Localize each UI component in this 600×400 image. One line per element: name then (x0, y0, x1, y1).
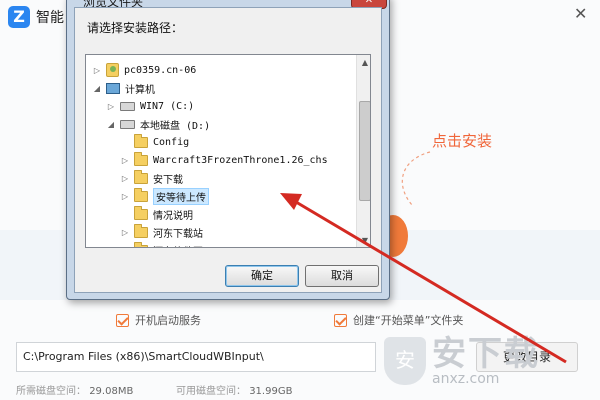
tree-item[interactable]: ▷ 河东下载站 (86, 223, 203, 241)
browse-folder-dialog: 浏览文件夹 ✕ 请选择安装路径： ▷ pc0359.cn-06 ◢ 计算机 ▷ WIN7 … (66, 0, 390, 300)
site-watermark: 安 安下载 anxz.com (384, 336, 540, 386)
expand-arrow-icon[interactable]: ▷ (106, 102, 116, 111)
install-path-field[interactable]: C:\Program Files (x86)\SmartCloudWBInput… (16, 342, 376, 372)
expand-arrow-icon[interactable]: ◢ (92, 84, 102, 93)
expand-arrow-icon[interactable]: ▷ (120, 192, 130, 201)
watermark-url: anxz.com (432, 371, 500, 387)
install-hint: 点击安装 (432, 132, 493, 150)
tree-item[interactable]: ▷ Warcraft3FrozenThrone1.26_chs (86, 151, 328, 169)
tree-item-label: 情况说明 (153, 210, 193, 222)
app-title: 智能 (36, 10, 64, 26)
folder-icon (134, 205, 148, 220)
folder-icon (134, 133, 148, 148)
folder-icon (134, 223, 148, 238)
user-folder-icon (106, 63, 119, 77)
folder-icon (134, 187, 148, 202)
tree-item[interactable]: ▷ 安等待上传 (86, 187, 209, 205)
folder-icon (134, 151, 148, 166)
expand-arrow-icon[interactable]: ▷ (120, 228, 130, 237)
startmenu-checkbox[interactable] (334, 313, 347, 327)
required-space-label: 所需磁盘空间： (16, 386, 86, 397)
scroll-down-icon[interactable]: ▼ (357, 233, 370, 247)
folder-icon (134, 169, 148, 184)
autostart-checkbox[interactable] (116, 313, 129, 327)
cancel-button[interactable]: 取消 (305, 265, 379, 287)
required-space-value: 29.08MB (89, 386, 134, 397)
tree-item-label: 安下载 (153, 174, 183, 186)
dialog-body: 请选择安装路径： ▷ pc0359.cn-06 ◢ 计算机 ▷ WIN7 (C:) ◢ 本地磁… (74, 7, 382, 293)
tree-item-label: pc0359.cn-06 (124, 64, 197, 76)
installer-close-button[interactable]: ✕ (574, 4, 587, 23)
expand-arrow-icon[interactable]: ▷ (120, 156, 130, 165)
computer-icon (106, 82, 120, 94)
tree-item[interactable]: ▷ 安下载 (86, 169, 183, 187)
expand-arrow-icon[interactable]: ▷ (92, 66, 102, 75)
autostart-option[interactable]: 开机启动服务 (116, 312, 201, 328)
tree-item[interactable]: ▷ WIN7 (C:) (86, 97, 194, 115)
watermark-shield-icon: 安 (384, 337, 426, 385)
folder-tree-items: ▷ pc0359.cn-06 ◢ 计算机 ▷ WIN7 (C:) ◢ 本地磁盘 (D:) Con… (86, 55, 354, 248)
expand-arrow-icon[interactable]: ▷ (120, 174, 130, 183)
tree-item[interactable]: ◢ 本地磁盘 (D:) (86, 115, 210, 133)
available-space-label: 可用磁盘空间： (176, 386, 246, 397)
available-space: 可用磁盘空间： 31.99GB (176, 382, 292, 397)
startmenu-option[interactable]: 创建“开始菜单”文件夹 (334, 312, 463, 328)
folder-icon (134, 241, 148, 247)
tree-item[interactable]: ◢ 计算机 (86, 79, 155, 97)
tree-item[interactable]: 情况说明 (86, 205, 193, 223)
autostart-label: 开机启动服务 (135, 314, 201, 327)
scroll-up-icon[interactable]: ▲ (357, 55, 370, 71)
tree-item[interactable]: Config (86, 133, 189, 151)
ok-button[interactable]: 确定 (225, 265, 299, 287)
tree-item[interactable]: ▷ pc0359.cn-06 (86, 61, 196, 79)
tree-item-label: Warcraft3FrozenThrone1.26_chs (153, 154, 328, 166)
expand-arrow-icon[interactable]: ▷ (120, 246, 130, 248)
available-space-value: 31.99GB (249, 386, 293, 397)
startmenu-label: 创建“开始菜单”文件夹 (353, 314, 464, 327)
folder-tree[interactable]: ▷ pc0359.cn-06 ◢ 计算机 ▷ WIN7 (C:) ◢ 本地磁盘 (D:) Con… (85, 54, 371, 248)
tree-item-label: 计算机 (125, 84, 155, 96)
hint-curve-icon (401, 151, 431, 206)
drive-icon (120, 101, 135, 111)
app-logo-icon: Z (8, 6, 30, 28)
dialog-prompt: 请选择安装路径： (87, 21, 184, 35)
required-space: 所需磁盘空间： 29.08MB (16, 382, 133, 397)
drive-icon (120, 119, 135, 129)
tree-item-label: 本地磁盘 (D:) (140, 120, 211, 132)
watermark-text: 安下载 (432, 334, 540, 374)
tree-item-label: Config (153, 136, 190, 148)
tree-scrollbar[interactable]: ▲ ▼ (356, 55, 370, 247)
tree-item-label: 河东软件园 (153, 243, 203, 248)
tree-item[interactable]: ▷ 河东软件园 (86, 241, 203, 248)
scroll-thumb[interactable] (359, 101, 370, 201)
expand-arrow-icon[interactable]: ◢ (106, 120, 116, 129)
watermark-text-block: 安下载 anxz.com (432, 336, 540, 386)
tree-item-label: 河东下载站 (153, 228, 203, 240)
tree-item-label: WIN7 (C:) (140, 100, 195, 112)
tree-item-label: 安等待上传 (153, 187, 209, 205)
